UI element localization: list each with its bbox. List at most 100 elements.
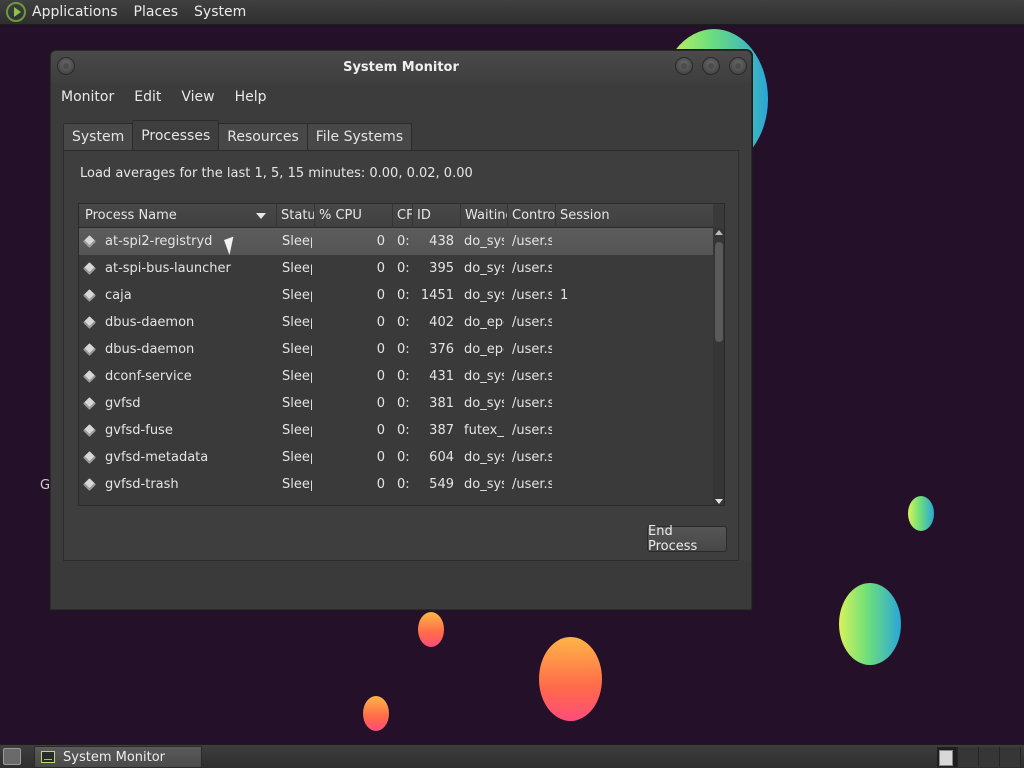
table-row[interactable]: gvfsd Sleeping 0 0: 381 do_sys/user.s [79, 390, 713, 417]
menu-system[interactable]: System [194, 4, 246, 20]
process-waiting-channel: do_sys [464, 288, 504, 303]
process-cpu: 0 [376, 396, 385, 411]
column-waiting-channel[interactable]: Waiting [461, 204, 508, 228]
column-session[interactable]: Session [556, 204, 713, 228]
menu-applications[interactable]: Applications [32, 4, 118, 20]
process-name: at-spi2-registryd [105, 234, 213, 249]
column-cpu-time[interactable]: CF [393, 204, 413, 228]
column-id[interactable]: ID [413, 204, 461, 228]
column-control-group[interactable]: Contro [508, 204, 556, 228]
process-icon [83, 424, 96, 437]
column-process-name[interactable]: Process Name [79, 204, 277, 228]
process-name: at-spi-bus-launcher [105, 261, 231, 276]
column-status[interactable]: Statu [277, 204, 315, 228]
show-desktop-icon[interactable] [3, 748, 21, 765]
top-panel: Applications Places System [0, 0, 1024, 25]
process-session [560, 417, 620, 444]
decorative-ball [418, 612, 444, 647]
process-waiting-channel: do_epoll [464, 342, 504, 357]
close-button[interactable] [729, 57, 747, 75]
process-cpu-time: 0: [397, 477, 409, 492]
menu-places[interactable]: Places [134, 4, 179, 20]
table-row[interactable]: dbus-daemon Sleeping 0 0: 402 do_epoll/user.s [79, 309, 713, 336]
scroll-down-icon[interactable] [715, 499, 723, 504]
menu-monitor[interactable]: Monitor [61, 89, 114, 105]
process-session [560, 390, 620, 417]
tab-processes[interactable]: Processes [132, 120, 220, 150]
process-id: 387 [429, 423, 454, 438]
process-cpu: 0 [376, 477, 385, 492]
process-cpu-time: 0: [397, 342, 409, 357]
process-control-group: /user.s [512, 396, 552, 411]
process-status: Sleeping [282, 423, 312, 438]
workspace-1[interactable] [937, 747, 958, 767]
end-process-button[interactable]: End Process [647, 524, 727, 554]
process-name: gvfsd-metadata [105, 450, 209, 465]
process-cpu: 0 [376, 315, 385, 330]
table-row[interactable]: dbus-daemon Sleeping 0 0: 376 do_epoll/user.s [79, 336, 713, 363]
process-cpu-time: 0: [397, 423, 409, 438]
process-waiting-channel: futex_w [464, 423, 504, 438]
vertical-scrollbar[interactable] [713, 228, 724, 505]
menu-view[interactable]: View [181, 89, 214, 105]
notebook: System Processes Resources File Systems … [63, 120, 739, 562]
system-monitor-window: System Monitor Monitor Edit View Help Sy… [50, 50, 752, 610]
workspace-2[interactable] [958, 747, 979, 767]
process-id: 438 [429, 234, 454, 249]
process-status: Sleeping [282, 369, 312, 384]
scrollbar-thumb[interactable] [715, 242, 723, 342]
process-cpu-time: 0: [397, 315, 409, 330]
distro-logo-icon[interactable] [6, 2, 26, 22]
table-row[interactable]: at-spi-bus-launcher Sleeping 0 0: 395 do_sys /… [79, 255, 713, 282]
maximize-button[interactable] [702, 57, 720, 75]
window-titlebar[interactable]: System Monitor [51, 51, 751, 83]
workspace-4[interactable] [1000, 747, 1021, 767]
tab-system[interactable]: System [63, 123, 134, 150]
window-footer [51, 561, 751, 609]
table-row[interactable]: gvfsd-trash Sleeping 0 0: 549 do_sys/user.s [79, 471, 713, 498]
table-row[interactable]: caja Sleeping 0 0: 1451 do_sys/user.s 1 [79, 282, 713, 309]
process-name: dbus-daemon [105, 315, 195, 330]
process-session [560, 309, 620, 336]
process-control-group: /user.s [512, 477, 552, 492]
process-cpu: 0 [376, 423, 385, 438]
process-name: gvfsd-fuse [105, 423, 173, 438]
tab-file-systems[interactable]: File Systems [306, 123, 413, 150]
process-waiting-channel: do_sys [464, 396, 504, 411]
window-menu-button[interactable] [57, 57, 75, 75]
process-name: gvfsd-trash [105, 477, 179, 492]
bottom-panel: System Monitor [0, 744, 1024, 768]
taskbar-button-system-monitor[interactable]: System Monitor [34, 746, 202, 768]
tab-resources[interactable]: Resources [218, 123, 308, 150]
table-row[interactable]: gvfsd-metadata Sleeping 0 0: 604 do_sys/user.… [79, 444, 713, 471]
process-control-group: /user.s [512, 342, 552, 357]
table-row[interactable]: at-spi2-registryd Sleeping 0 0: 438 do_sys/us… [79, 228, 713, 255]
table-row[interactable]: gvfsd-fuse Sleeping 0 0: 387 futex_w/user.s [79, 417, 713, 444]
process-status: Sleeping [282, 396, 312, 411]
menubar: Monitor Edit View Help [51, 83, 751, 111]
desktop-icon-label[interactable]: G [40, 478, 50, 493]
table-row[interactable]: dconf-service Sleeping 0 0: 431 do_sys/user.s [79, 363, 713, 390]
minimize-button[interactable] [675, 57, 693, 75]
workspace-3[interactable] [979, 747, 1000, 767]
process-cpu: 0 [376, 234, 385, 249]
process-id: 395 [429, 261, 454, 276]
process-status: Sleeping [282, 315, 312, 330]
process-cpu-time: 0: [397, 450, 409, 465]
workspace-switcher [937, 747, 1023, 767]
process-waiting-channel: do_sys [464, 369, 504, 384]
column-cpu[interactable]: % CPU [315, 204, 393, 228]
process-icon [83, 289, 96, 302]
process-waiting-channel: do_sys [464, 450, 504, 465]
scroll-up-icon[interactable] [715, 230, 723, 235]
process-id: 604 [429, 450, 454, 465]
process-icon [83, 370, 96, 383]
process-control-group: /user.s [512, 234, 552, 249]
process-cpu-time: 0: [397, 234, 409, 249]
decorative-ball [363, 696, 389, 731]
process-waiting-channel: do_sys [464, 477, 504, 492]
menu-help[interactable]: Help [235, 89, 267, 105]
menu-edit[interactable]: Edit [134, 89, 161, 105]
process-session [560, 228, 620, 255]
process-waiting-channel: do_epoll [464, 315, 504, 330]
